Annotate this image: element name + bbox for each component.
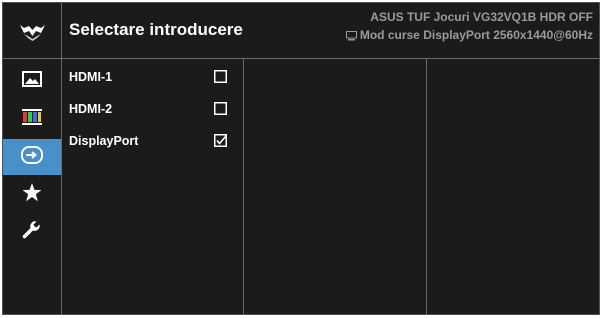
sidebar-item-input-select[interactable] — [3, 139, 61, 175]
sidebar-item-system-setup[interactable] — [3, 215, 61, 251]
sidebar-item-image[interactable] — [3, 63, 61, 99]
header: Selectare introducere ASUS TUF Jocuri VG… — [3, 3, 599, 59]
checkbox-checked-icon[interactable] — [214, 134, 227, 147]
option-label: HDMI-1 — [69, 70, 113, 84]
sidebar-item-color[interactable] — [3, 101, 61, 137]
mode-info-line: Mod curse DisplayPort 2560x1440@60Hz — [345, 28, 593, 42]
sidebar — [3, 59, 62, 314]
option-displayport[interactable]: DisplayPort — [69, 134, 239, 152]
osd-menu: Selectare introducere ASUS TUF Jocuri VG… — [2, 2, 600, 315]
checkbox-unchecked-icon[interactable] — [214, 70, 227, 83]
mode-info: Mod curse DisplayPort 2560x1440@60Hz — [359, 28, 593, 42]
input-select-icon — [21, 145, 43, 169]
tuf-gaming-logo-icon — [3, 3, 62, 58]
image-icon — [22, 70, 42, 92]
column-divider-1 — [243, 59, 244, 314]
option-label: HDMI-2 — [69, 102, 113, 116]
color-bars-icon — [22, 108, 42, 130]
checkbox-unchecked-icon[interactable] — [214, 102, 227, 115]
wrench-icon — [22, 220, 42, 246]
sidebar-item-favorites[interactable] — [3, 177, 61, 213]
column-divider-2 — [426, 59, 427, 314]
page-title: Selectare introducere — [69, 20, 243, 39]
option-label: DisplayPort — [69, 134, 139, 148]
option-hdmi-1[interactable]: HDMI-1 — [69, 70, 239, 88]
monitor-icon — [345, 30, 357, 41]
option-hdmi-2[interactable]: HDMI-2 — [69, 102, 239, 120]
star-icon — [22, 183, 42, 207]
model-info: ASUS TUF Jocuri VG32VQ1B HDR OFF — [370, 10, 593, 24]
